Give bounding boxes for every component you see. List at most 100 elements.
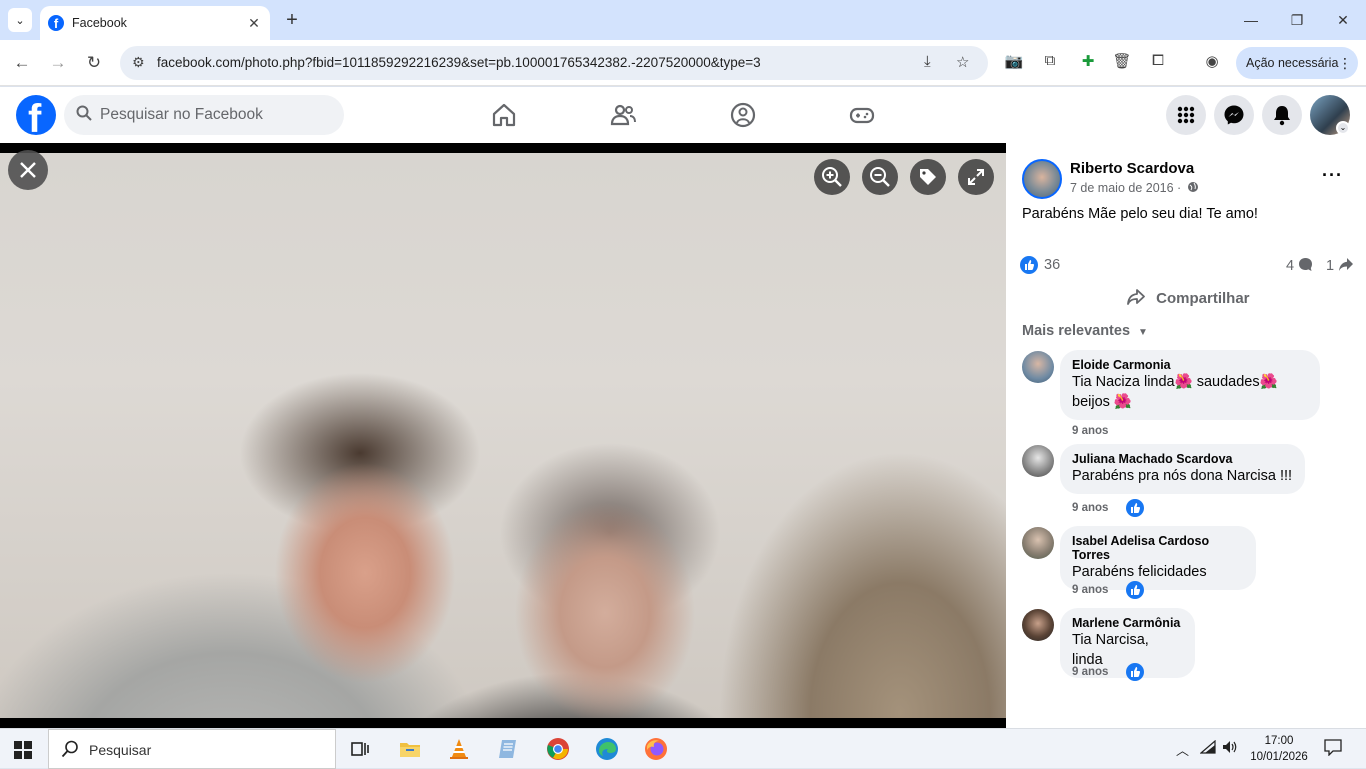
trash-extension-icon[interactable]: 🗑 xyxy=(1112,52,1132,74)
facebook-logo-icon[interactable]: f xyxy=(16,95,56,135)
comment-like-reaction-icon[interactable] xyxy=(1126,499,1144,517)
site-info-icon[interactable]: ⚙ xyxy=(132,54,145,71)
comment-bubble-icon xyxy=(1299,258,1313,271)
puzzle-extensions-icon[interactable]: ⧠ xyxy=(1148,52,1168,74)
windows-start-icon[interactable] xyxy=(14,741,32,759)
close-tab-icon[interactable]: ✕ xyxy=(246,15,262,32)
chrome-icon[interactable] xyxy=(546,737,570,761)
chevron-down-icon[interactable]: ⌄ xyxy=(1336,121,1350,135)
search-placeholder: Pesquisar no Facebook xyxy=(100,106,263,123)
forward-button[interactable]: → xyxy=(46,51,70,75)
notifications-button[interactable] xyxy=(1262,95,1302,135)
comment-time[interactable]: 9 anos xyxy=(1072,502,1108,514)
address-bar[interactable]: ⚙ facebook.com/photo.php?fbid=1011859292… xyxy=(120,46,988,80)
comment-sort-dropdown[interactable]: Mais relevantes ▼ xyxy=(1022,323,1148,339)
share-label: Compartilhar xyxy=(1156,290,1250,307)
commenter-name[interactable]: Marlene Carmônia xyxy=(1072,616,1183,630)
browser-menu-icon[interactable]: ⋮ xyxy=(1338,47,1352,79)
author-avatar[interactable] xyxy=(1022,159,1062,199)
taskbar-clock[interactable]: 17:00 10/01/2026 xyxy=(1250,733,1308,765)
comment-bubble: Juliana Machado Scardova Parabéns pra nó… xyxy=(1060,444,1305,494)
comment-time[interactable]: 9 anos xyxy=(1072,666,1108,678)
zoom-in-icon xyxy=(822,167,842,187)
gaming-icon[interactable] xyxy=(848,101,876,129)
browser-tab-facebook[interactable]: f Facebook ✕ xyxy=(40,6,270,40)
zoom-in-button[interactable] xyxy=(814,159,850,195)
comment-time[interactable]: 9 anos xyxy=(1072,425,1108,437)
comment-time[interactable]: 9 anos xyxy=(1072,584,1108,596)
copy-extension-icon[interactable]: ⧉ xyxy=(1040,52,1060,74)
comment-like-reaction-icon[interactable] xyxy=(1126,663,1144,681)
clock-time: 17:00 xyxy=(1264,735,1294,747)
facebook-favicon-icon: f xyxy=(48,15,64,31)
like-reaction-icon[interactable] xyxy=(1020,256,1038,274)
shares-count-text: 1 xyxy=(1326,258,1335,274)
post-date[interactable]: 7 de maio de 2016 · xyxy=(1070,181,1199,195)
network-icon[interactable] xyxy=(1199,739,1216,757)
comment-text-line2: beijos 🌺 xyxy=(1072,394,1132,410)
commenter-avatar[interactable] xyxy=(1022,351,1054,383)
shares-count[interactable]: 1 xyxy=(1326,257,1354,274)
commenter-avatar[interactable] xyxy=(1022,527,1054,559)
notification-center-icon[interactable] xyxy=(1324,738,1342,759)
new-tab-button[interactable]: + xyxy=(282,8,302,32)
messenger-button[interactable] xyxy=(1214,95,1254,135)
comments-count[interactable]: 4 xyxy=(1286,257,1313,274)
install-app-icon[interactable]: ⤓ xyxy=(924,53,931,70)
close-photo-button[interactable] xyxy=(8,150,48,190)
menu-grid-button[interactable] xyxy=(1166,95,1206,135)
bell-icon xyxy=(1274,106,1290,126)
minimize-window-button[interactable]: — xyxy=(1228,8,1274,32)
taskbar-search-box[interactable]: Pesquisar xyxy=(48,729,336,769)
back-button[interactable]: ← xyxy=(10,51,34,75)
tag-icon xyxy=(920,169,936,185)
share-arrow-icon xyxy=(1339,258,1354,271)
show-hidden-icons-chevron-icon[interactable]: ︿ xyxy=(1176,740,1189,759)
commenter-name[interactable]: Isabel Adelisa Cardoso Torres xyxy=(1072,534,1244,562)
firefox-icon[interactable] xyxy=(644,737,668,761)
more-options-button[interactable]: ··· xyxy=(1322,165,1343,186)
action-required-button[interactable]: Ação necessária ⋮ xyxy=(1236,47,1358,79)
task-view-icon[interactable] xyxy=(348,737,372,761)
reload-button[interactable]: ↻ xyxy=(82,51,106,75)
bookmark-star-icon[interactable]: ☆ xyxy=(956,53,969,71)
author-name[interactable]: Riberto Scardova xyxy=(1070,160,1194,177)
home-icon[interactable] xyxy=(490,101,518,129)
profile-icon[interactable]: ◉ xyxy=(1202,52,1222,74)
clock-date: 10/01/2026 xyxy=(1250,751,1308,763)
camera-extension-icon[interactable]: 📷 xyxy=(1004,52,1024,74)
groups-icon[interactable] xyxy=(729,101,757,129)
action-required-label: Ação necessária xyxy=(1246,56,1339,70)
fullscreen-button[interactable] xyxy=(958,159,994,195)
facebook-search-box[interactable]: Pesquisar no Facebook xyxy=(64,95,344,135)
windows-taskbar: Pesquisar ︿ 17:00 10/01/2026 xyxy=(0,728,1366,769)
zoom-out-button[interactable] xyxy=(862,159,898,195)
likes-count[interactable]: 36 xyxy=(1044,257,1060,273)
restore-window-button[interactable]: ❐ xyxy=(1274,8,1320,32)
comment-text: Parabéns felicidades xyxy=(1072,564,1207,580)
tab-search-dropdown-button[interactable]: ⌄ xyxy=(8,8,32,32)
file-explorer-icon[interactable] xyxy=(398,737,422,761)
friends-icon[interactable] xyxy=(609,101,637,129)
comment-sort-label: Mais relevantes xyxy=(1022,323,1131,339)
commenter-name[interactable]: Juliana Machado Scardova xyxy=(1072,452,1293,466)
comment-bubble: Eloide Carmonia Tia Naciza linda🌺 saudad… xyxy=(1060,350,1320,420)
tag-photo-button[interactable] xyxy=(910,159,946,195)
comment-text: Tia Naciza linda🌺 saudades🌺 xyxy=(1072,374,1278,390)
plus-extension-icon[interactable]: ✚ xyxy=(1078,52,1098,74)
volume-icon[interactable] xyxy=(1222,740,1238,757)
vlc-icon[interactable] xyxy=(447,737,471,761)
commenter-name[interactable]: Eloide Carmonia xyxy=(1072,358,1308,372)
grid-icon xyxy=(1177,106,1195,124)
share-button[interactable]: Compartilhar xyxy=(1126,288,1250,307)
close-window-button[interactable]: ✕ xyxy=(1320,8,1366,32)
commenter-avatar[interactable] xyxy=(1022,609,1054,641)
facebook-header: f Pesquisar no Facebook ⌄ xyxy=(0,87,1366,143)
comment-like-reaction-icon[interactable] xyxy=(1126,581,1144,599)
commenter-avatar[interactable] xyxy=(1022,445,1054,477)
edge-icon[interactable] xyxy=(595,737,619,761)
search-icon xyxy=(61,740,79,763)
url-text[interactable]: facebook.com/photo.php?fbid=101185929221… xyxy=(157,55,761,70)
share-icon xyxy=(1127,289,1145,305)
notepad-app-icon[interactable] xyxy=(496,737,520,761)
